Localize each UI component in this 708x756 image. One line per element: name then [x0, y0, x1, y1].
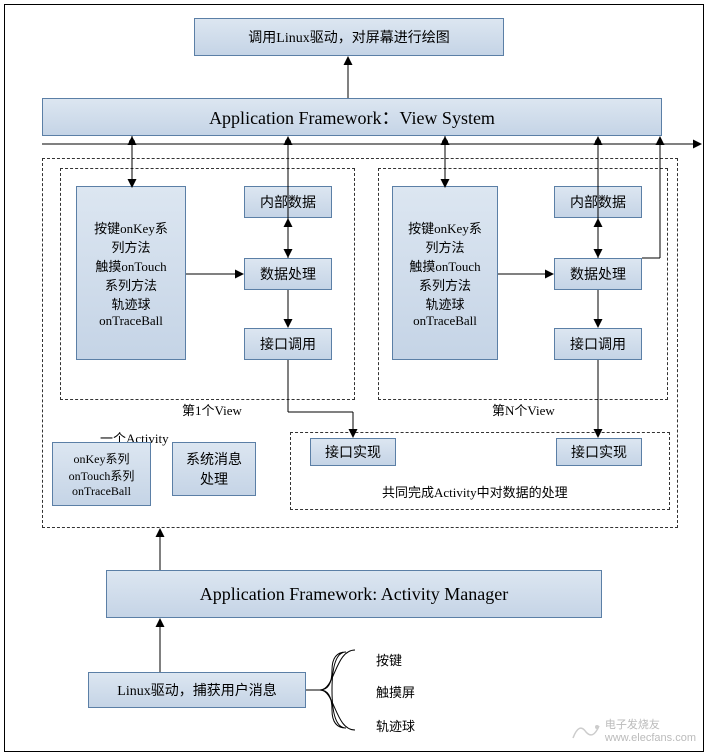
view1-interface-call-text: 接口调用	[260, 334, 316, 354]
view-system-text: Application Framework：View System	[209, 104, 495, 130]
top-linux-draw-text: 调用Linux驱动，对屏幕进行绘图	[248, 27, 449, 47]
sys-msg-box: 系统消息 处理	[172, 442, 256, 496]
interface-impl-2-box: 接口实现	[556, 438, 642, 466]
viewN-caption: 第N个View	[490, 400, 557, 419]
input-key-text: 按键	[376, 650, 402, 669]
input-track-text: 轨迹球	[376, 716, 415, 735]
view1-data-process-text: 数据处理	[260, 264, 316, 284]
viewN-internal-data-text: 内部数据	[570, 192, 626, 212]
watermark-url: www.elecfans.com	[605, 732, 696, 744]
sys-msg-text: 系统消息 处理	[186, 449, 242, 489]
viewN-handlers-text: 按键onKey系 列方法 触摸onTouch 系列方法 轨迹球 onTraceB…	[408, 218, 482, 329]
linux-driver-user-text: Linux驱动，捕获用户消息	[117, 680, 276, 700]
viewN-handlers-box: 按键onKey系 列方法 触摸onTouch 系列方法 轨迹球 onTraceB…	[392, 186, 498, 360]
activity-handlers-box: onKey系列 onTouch系列 onTraceBall	[52, 442, 151, 506]
view1-handlers-box: 按键onKey系 列方法 触摸onTouch 系列方法 轨迹球 onTraceB…	[76, 186, 186, 360]
watermark-text: 电子发烧友	[605, 716, 696, 732]
interface-impl-1-box: 接口实现	[310, 438, 396, 466]
input-touch-text: 触摸屏	[376, 682, 415, 701]
view-system-box: Application Framework：View System	[42, 98, 662, 136]
linux-driver-user-box: Linux驱动，捕获用户消息	[88, 672, 306, 708]
activity-manager-box: Application Framework: Activity Manager	[106, 570, 602, 618]
viewN-interface-call-text: 接口调用	[570, 334, 626, 354]
viewN-data-process-text: 数据处理	[570, 264, 626, 284]
shared-caption: 共同完成Activity中对数据的处理	[380, 482, 570, 501]
viewN-interface-call-box: 接口调用	[554, 328, 642, 360]
top-linux-draw-box: 调用Linux驱动，对屏幕进行绘图	[194, 18, 504, 56]
view1-caption: 第1个View	[180, 400, 244, 419]
view1-data-process-box: 数据处理	[244, 258, 332, 290]
viewN-internal-data-box: 内部数据	[554, 186, 642, 218]
activity-handlers-text: onKey系列 onTouch系列 onTraceBall	[69, 450, 135, 499]
interface-impl-2-text: 接口实现	[571, 442, 627, 462]
interface-impl-1-text: 接口实现	[325, 442, 381, 462]
viewN-data-process-box: 数据处理	[554, 258, 642, 290]
watermark-icon	[571, 720, 601, 740]
activity-manager-text: Application Framework: Activity Manager	[200, 584, 508, 605]
watermark: 电子发烧友 www.elecfans.com	[571, 716, 696, 744]
view1-internal-data-text: 内部数据	[260, 192, 316, 212]
view1-internal-data-box: 内部数据	[244, 186, 332, 218]
view1-handlers-text: 按键onKey系 列方法 触摸onTouch 系列方法 轨迹球 onTraceB…	[94, 218, 168, 329]
view1-interface-call-box: 接口调用	[244, 328, 332, 360]
